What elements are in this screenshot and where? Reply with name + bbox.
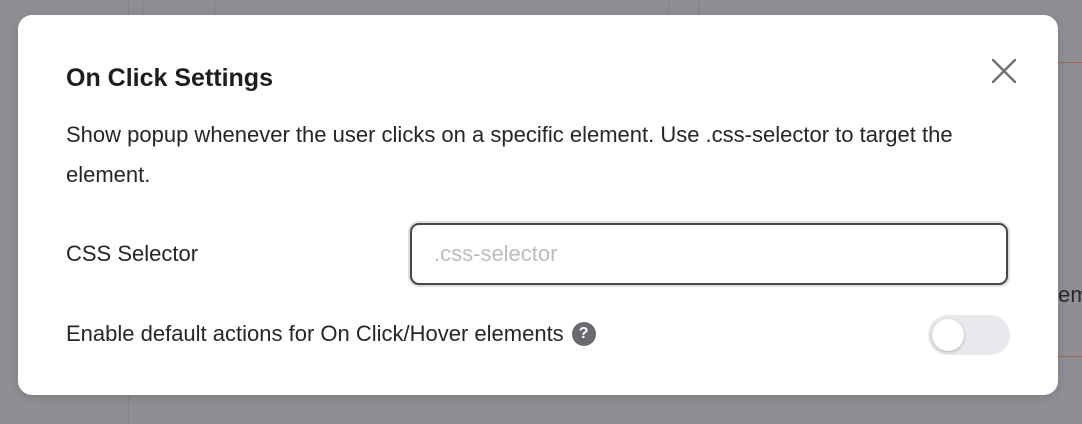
modal-description: Show popup whenever the user clicks on a…	[66, 122, 953, 187]
background-divider	[128, 395, 129, 424]
css-selector-input[interactable]	[410, 223, 1008, 285]
default-actions-row: Enable default actions for On Click/Hove…	[66, 319, 596, 349]
background-partial-text: em	[1058, 282, 1082, 307]
help-icon[interactable]: ?	[571, 322, 596, 346]
background-divider	[668, 0, 669, 15]
on-click-settings-modal: On Click Settings Show popup whenever th…	[18, 15, 1058, 395]
css-selector-label: CSS Selector	[66, 241, 199, 266]
default-actions-label: Enable default actions for On Click/Hove…	[66, 321, 564, 346]
background-divider	[698, 0, 699, 15]
default-actions-toggle[interactable]	[928, 315, 1010, 355]
close-button[interactable]	[984, 51, 1024, 91]
background-accent-line	[1058, 62, 1082, 63]
background-divider	[142, 0, 143, 15]
close-icon	[992, 59, 1016, 83]
toggle-knob	[932, 319, 964, 351]
background-divider	[214, 0, 215, 15]
modal-title: On Click Settings	[66, 64, 273, 92]
background-accent-line	[1058, 356, 1082, 357]
